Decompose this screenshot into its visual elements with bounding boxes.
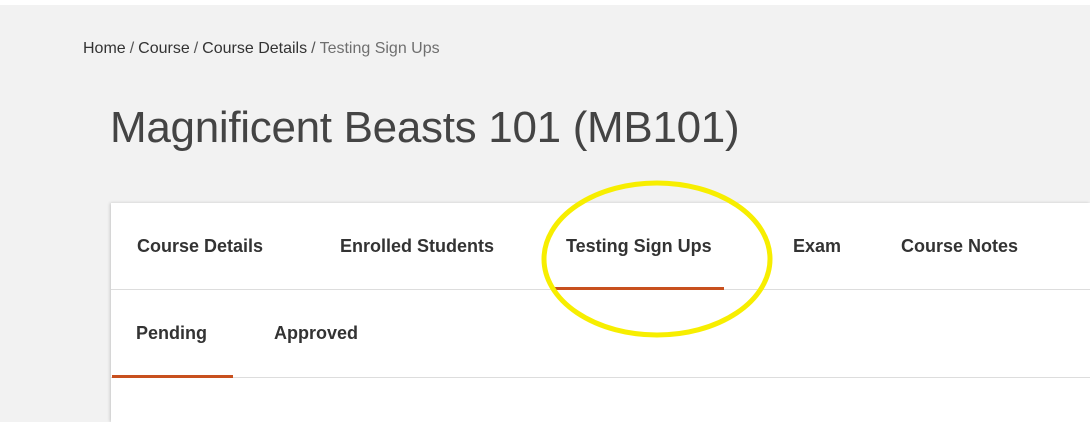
- course-tabs: Course Details Enrolled Students Testing…: [111, 203, 1090, 290]
- breadcrumb: Home / Course / Course Details / Testing Sign …: [83, 40, 440, 58]
- subtab-pending[interactable]: Pending: [112, 290, 233, 378]
- breadcrumb-separator: /: [311, 40, 316, 57]
- top-bar: [0, 0, 1090, 5]
- course-card: Course Details Enrolled Students Testing…: [111, 203, 1090, 422]
- tab-course-notes[interactable]: Course Notes: [901, 203, 1018, 289]
- page-title: Magnificent Beasts 101 (MB101): [110, 103, 740, 152]
- breadcrumb-separator: /: [129, 40, 135, 57]
- breadcrumb-course-details[interactable]: Course Details: [202, 40, 307, 57]
- breadcrumb-course[interactable]: Course: [138, 40, 190, 57]
- subtab-approved[interactable]: Approved: [274, 290, 358, 377]
- tab-testing-sign-ups[interactable]: Testing Sign Ups: [554, 203, 724, 290]
- breadcrumb-separator: /: [193, 40, 199, 57]
- tab-course-details[interactable]: Course Details: [137, 203, 263, 289]
- tab-exam[interactable]: Exam: [793, 203, 841, 289]
- breadcrumb-current: Testing Sign Ups: [319, 40, 440, 57]
- breadcrumb-home[interactable]: Home: [83, 40, 126, 57]
- tab-enrolled-students[interactable]: Enrolled Students: [340, 203, 494, 289]
- signup-subtabs: Pending Approved: [111, 290, 1090, 378]
